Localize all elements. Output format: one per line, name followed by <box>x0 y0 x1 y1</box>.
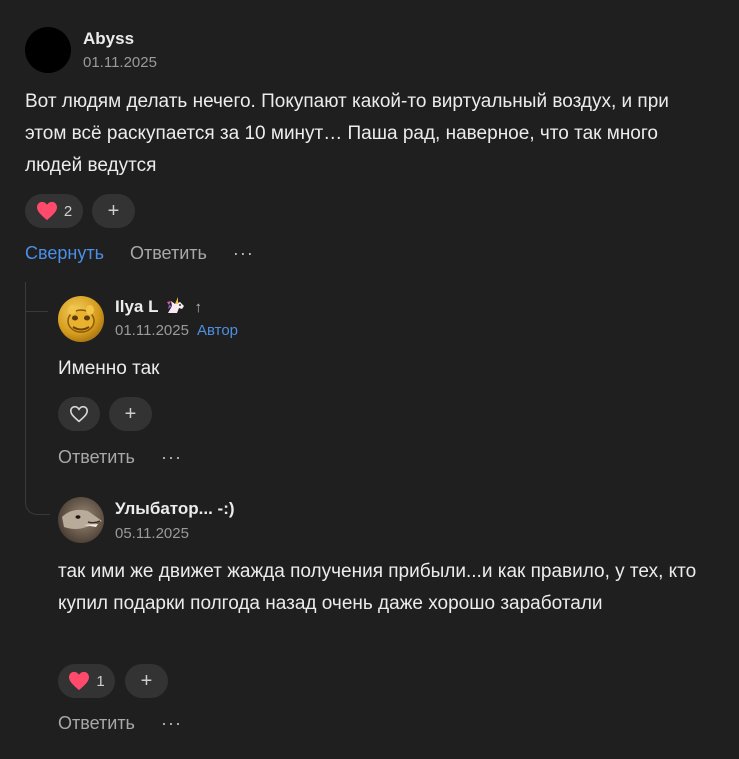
author-badge: Автор <box>196 322 238 339</box>
avatar[interactable] <box>25 27 71 73</box>
plus-icon: + <box>140 669 153 692</box>
like-count: 1 <box>96 672 105 690</box>
date-text: 01.11.2025 <box>83 54 157 71</box>
more-icon[interactable]: ··· <box>233 243 254 264</box>
date-text: 01.11.2025 <box>115 322 189 339</box>
plus-icon: + <box>124 402 137 425</box>
like-reaction-button[interactable] <box>58 397 100 431</box>
avatar-image <box>67 305 95 333</box>
thread-connector <box>26 311 48 312</box>
heart-icon <box>36 201 57 221</box>
avatar-image <box>62 509 102 529</box>
like-count: 2 <box>63 202 73 220</box>
like-reaction-button[interactable]: 1 <box>58 664 115 698</box>
heart-outline-icon <box>69 405 89 423</box>
comment-date: 05.11.2025 <box>115 525 189 542</box>
comment-actions: Ответить ··· <box>58 713 182 734</box>
plus-icon: + <box>107 199 120 222</box>
add-reaction-button[interactable]: + <box>92 194 135 228</box>
comment-actions: Ответить ··· <box>58 447 182 468</box>
comment-text: так ими же движет жажда получения прибыл… <box>58 561 697 614</box>
more-icon[interactable]: ··· <box>161 447 182 468</box>
avatar[interactable] <box>58 296 104 342</box>
thread-line <box>25 282 50 515</box>
reply-button[interactable]: Ответить <box>58 713 135 734</box>
comment-text: Именно так <box>58 358 160 379</box>
comment-date: 01.11.2025 <box>83 54 157 71</box>
comment-text: Вот людям делать нечего. Покупают какой-… <box>25 91 669 176</box>
author-name[interactable]: Улыбатор... -:) <box>115 499 235 519</box>
more-icon[interactable]: ··· <box>161 713 182 734</box>
author-link[interactable]: Abyss <box>83 29 134 49</box>
unicorn-icon <box>167 297 185 313</box>
add-reaction-button[interactable]: + <box>125 664 168 698</box>
author-link[interactable]: Улыбатор... -:) <box>115 499 235 519</box>
author-link[interactable]: Ilya L <box>115 297 158 317</box>
date-text: 05.11.2025 <box>115 525 189 542</box>
avatar[interactable] <box>58 497 104 543</box>
like-reaction-button[interactable]: 2 <box>25 194 83 228</box>
add-reaction-button[interactable]: + <box>109 397 152 431</box>
collapse-button[interactable]: Свернуть <box>25 243 104 264</box>
comment-actions: Свернуть Ответить ··· <box>25 243 254 264</box>
reply-button[interactable]: Ответить <box>58 447 135 468</box>
author-name[interactable]: Ilya L ↑ <box>115 297 202 317</box>
author-arrow-icon: ↑ <box>194 298 202 316</box>
comment-date: 01.11.2025 Автор <box>115 322 238 339</box>
author-name[interactable]: Abyss <box>83 29 134 49</box>
reply-button[interactable]: Ответить <box>130 243 207 264</box>
heart-icon <box>69 671 90 691</box>
